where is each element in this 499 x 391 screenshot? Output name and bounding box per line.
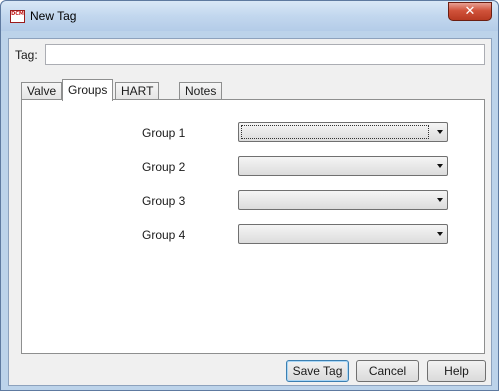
group-1-select[interactable] — [238, 122, 448, 142]
group-3-select[interactable] — [238, 190, 448, 210]
group-4-select[interactable] — [238, 224, 448, 244]
app-icon-text: DCM — [11, 11, 24, 17]
tab-groups[interactable]: Groups — [62, 79, 114, 101]
groups-panel: Group 1 Group 2 Group 3 Group 4 — [21, 99, 485, 354]
tab-notes[interactable]: Notes — [179, 82, 223, 100]
tab-hart-mux[interactable]: HART Mux — [115, 82, 160, 114]
group-4-label: Group 4 — [142, 228, 186, 242]
chevron-down-icon — [437, 130, 443, 134]
group-2-select[interactable] — [238, 156, 448, 176]
chevron-down-icon — [437, 232, 443, 236]
close-icon: ✕ — [464, 4, 476, 19]
group-1-label: Group 1 — [142, 126, 186, 140]
chevron-down-icon — [437, 164, 443, 168]
dialog-body: Tag: Valve Groups HART Mux Notes Group 1… — [8, 38, 492, 386]
cancel-button[interactable]: Cancel — [356, 360, 419, 382]
tab-valve[interactable]: Valve — [21, 82, 63, 100]
group-3-label: Group 3 — [142, 194, 186, 208]
app-icon: DCM — [10, 10, 25, 23]
close-button[interactable]: ✕ — [448, 2, 492, 21]
help-button[interactable]: Help — [427, 360, 486, 382]
window-title: New Tag — [30, 9, 77, 23]
chevron-down-icon — [437, 198, 443, 202]
tag-label: Tag: — [15, 48, 38, 62]
group-2-label: Group 2 — [142, 160, 186, 174]
save-tag-button[interactable]: Save Tag — [286, 360, 349, 382]
title-bar[interactable]: DCM New Tag ✕ — [1, 1, 498, 31]
new-tag-dialog: DCM New Tag ✕ Tag: Valve Groups HART Mux… — [0, 0, 499, 391]
tag-input[interactable] — [45, 44, 485, 65]
